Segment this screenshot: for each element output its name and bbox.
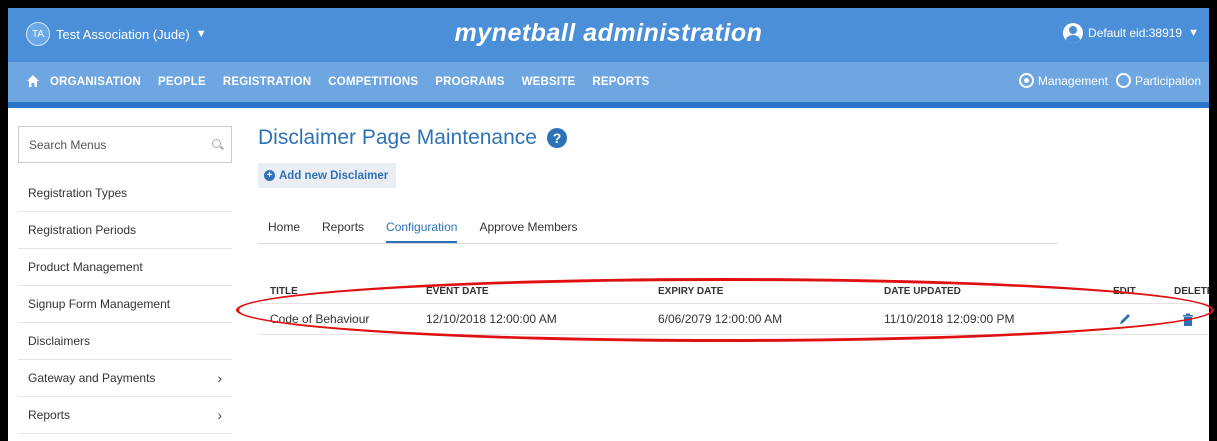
cell-date-updated: 11/10/2018 12:09:00 PM (884, 312, 1015, 326)
page-title: Disclaimer Page Maintenance ? (258, 126, 1208, 150)
main-content: Disclaimer Page Maintenance ? + Add new … (258, 118, 1209, 335)
tab-configuration[interactable]: Configuration (386, 220, 458, 243)
tab-home[interactable]: Home (268, 220, 300, 243)
sidebar-item-product-management[interactable]: Product Management (18, 249, 232, 286)
sidebar-item-label: Product Management (28, 260, 143, 274)
nav-people[interactable]: PEOPLE (158, 76, 206, 88)
user-icon (1063, 23, 1084, 43)
nav-organisation[interactable]: ORGANISATION (50, 76, 141, 88)
sidebar-item-disclaimers[interactable]: Disclaimers (18, 323, 232, 360)
sidebar-item-label: Signup Form Management (28, 297, 171, 311)
trash-icon (1183, 313, 1193, 326)
home-icon[interactable] (26, 74, 40, 88)
sidebar-item-label: Registration Periods (28, 223, 137, 237)
chevron-right-icon: › (217, 370, 222, 386)
sidebar-item-label: Gateway and Payments (28, 371, 156, 385)
sidebar-item-registration-periods[interactable]: Registration Periods (18, 212, 232, 249)
nav-reports[interactable]: REPORTS (592, 76, 649, 88)
sidebar-item-reports[interactable]: Reports › (18, 397, 232, 434)
role-participation-label: Participation (1134, 73, 1201, 88)
table-row: Code of Behaviour 12/10/2018 12:00:00 AM… (258, 304, 1208, 335)
cell-event-date: 12/10/2018 12:00:00 AM (426, 312, 557, 326)
plus-circle-icon: + (264, 170, 275, 181)
role-participation[interactable]: Participation (1115, 73, 1201, 88)
cell-expiry-date: 6/06/2079 12:00:00 AM (658, 312, 783, 326)
column-header-edit: EDIT (1113, 286, 1136, 297)
delete-button[interactable] (1174, 313, 1194, 326)
column-header-date-updated: DATE UPDATED (884, 286, 961, 297)
radio-unselected-icon (1115, 73, 1131, 88)
column-header-event-date: EVENT DATE (426, 286, 489, 297)
nav-website[interactable]: WEBSITE (522, 76, 576, 88)
sidebar-item-label: Reports (28, 408, 71, 422)
sidebar-item-registration-types[interactable]: Registration Types (18, 175, 232, 212)
search-placeholder: Search Menus (29, 137, 107, 152)
user-label: Default eid:38919 (1088, 26, 1183, 40)
tab-approve-members[interactable]: Approve Members (479, 220, 577, 243)
main-nav: ORGANISATION PEOPLE REGISTRATION COMPETI… (8, 62, 1209, 102)
search-input[interactable]: Search Menus (18, 126, 232, 163)
column-header-title: TITLE (270, 286, 298, 297)
chevron-down-icon: ▼ (1188, 27, 1199, 39)
sidebar-item-label: Disclaimers (28, 334, 91, 348)
role-management-label: Management (1037, 73, 1108, 88)
add-disclaimer-label: Add new Disclaimer (279, 169, 389, 182)
page-title-text: Disclaimer Page Maintenance (258, 126, 537, 149)
column-header-expiry-date: EXPIRY DATE (658, 286, 724, 297)
nav-stripe (8, 102, 1209, 108)
column-header-delete: DELETE (1174, 286, 1209, 297)
cell-title: Code of Behaviour (270, 312, 370, 326)
sidebar-menu: Registration Types Registration Periods … (18, 175, 232, 434)
role-management[interactable]: Management (1018, 73, 1108, 88)
user-menu[interactable]: Default eid:38919 ▼ (1063, 23, 1199, 43)
nav-programs[interactable]: PROGRAMS (435, 76, 504, 88)
pencil-icon (1120, 314, 1130, 324)
nav-registration[interactable]: REGISTRATION (223, 76, 311, 88)
role-selector: Management Participation (1011, 73, 1201, 88)
table-header: TITLE EVENT DATE EXPIRY DATE DATE UPDATE… (258, 280, 1209, 304)
sidebar-item-label: Registration Types (28, 186, 128, 200)
edit-button[interactable] (1118, 312, 1132, 326)
sidebar-item-gateway-and-payments[interactable]: Gateway and Payments › (18, 360, 232, 397)
search-icon (212, 139, 223, 150)
sidebar: Search Menus Registration Types Registra… (18, 126, 232, 434)
chevron-right-icon: › (217, 407, 222, 423)
tab-bar: Home Reports Configuration Approve Membe… (258, 214, 1058, 244)
app-frame: TA Test Association (Jude) ▼ mynetball a… (8, 8, 1209, 441)
radio-selected-icon (1018, 73, 1034, 88)
tab-reports[interactable]: Reports (322, 220, 364, 243)
help-icon[interactable]: ? (546, 128, 567, 148)
disclaimer-table: TITLE EVENT DATE EXPIRY DATE DATE UPDATE… (258, 280, 1209, 335)
add-disclaimer-button[interactable]: + Add new Disclaimer (258, 163, 397, 188)
brand-title: mynetball administration (454, 19, 763, 47)
sidebar-item-signup-form-management[interactable]: Signup Form Management (18, 286, 232, 323)
top-bar: TA Test Association (Jude) ▼ mynetball a… (8, 8, 1209, 62)
nav-competitions[interactable]: COMPETITIONS (328, 76, 418, 88)
